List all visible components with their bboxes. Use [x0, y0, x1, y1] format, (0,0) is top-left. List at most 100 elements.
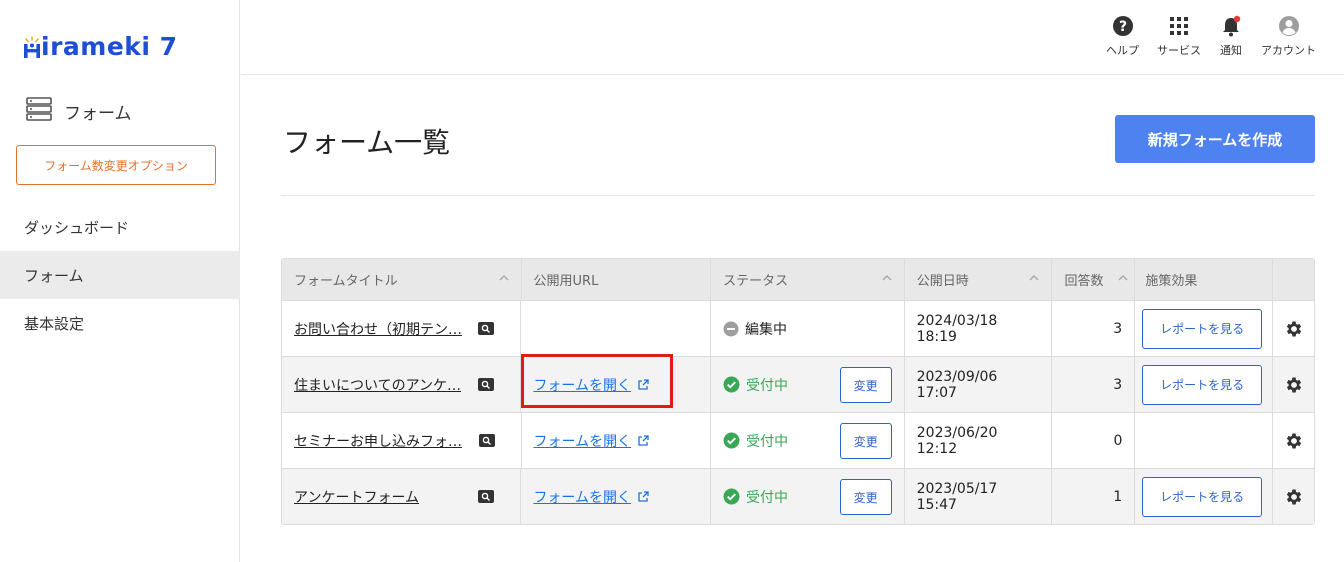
effect-cell: レポートを見る: [1134, 357, 1272, 412]
sidebar-item-settings[interactable]: 基本設定: [0, 299, 240, 347]
external-link-icon[interactable]: [637, 378, 649, 391]
header-title[interactable]: フォームタイトル: [282, 259, 521, 300]
header-url: 公開用URL: [520, 259, 711, 300]
header-effect-label: 施策効果: [1145, 274, 1198, 289]
forms-table: フォームタイトル 公開用URL ステータス 公開日時 回答数 施策効果 お問い合…: [281, 258, 1315, 525]
table-row: アンケートフォーム フォームを開く 受付中 変更 2023/05/17 15:4…: [282, 468, 1314, 524]
form-title-link[interactable]: 住まいについてのアンケ…: [294, 375, 461, 395]
count-value: 3: [1113, 376, 1123, 393]
sort-up-icon[interactable]: [882, 273, 892, 283]
form-title-cell: 住まいについてのアンケ…: [282, 357, 520, 412]
count-value: 3: [1113, 320, 1123, 337]
form-title-cell: アンケートフォーム: [282, 469, 520, 524]
sidebar-section-header: フォーム: [26, 96, 132, 126]
account-label: アカウント: [1261, 44, 1316, 57]
form-title-link[interactable]: アンケートフォーム: [294, 487, 419, 507]
divider: [281, 195, 1315, 196]
view-report-button[interactable]: レポートを見る: [1142, 308, 1263, 349]
header-date[interactable]: 公開日時: [903, 259, 1052, 300]
external-link-icon[interactable]: [637, 490, 649, 503]
sidebar-item-dashboard[interactable]: ダッシュボード: [0, 203, 240, 251]
change-status-button[interactable]: 変更: [839, 367, 892, 403]
effect-cell: レポートを見る: [1134, 469, 1272, 524]
notifications-button[interactable]: 通知: [1219, 14, 1243, 58]
account-button[interactable]: アカウント: [1261, 14, 1316, 58]
status-cell: 受付中 変更: [710, 469, 904, 524]
svg-text:?: ?: [1118, 19, 1126, 35]
logo-text: irameki 7: [41, 31, 178, 61]
page-title: フォーム一覧: [283, 126, 451, 159]
open-form-link[interactable]: フォームを開く: [533, 375, 631, 395]
form-title-cell: お問い合わせ（初期テン…: [282, 301, 520, 356]
status-text: 受付中: [746, 489, 789, 506]
view-report-button[interactable]: レポートを見る: [1142, 476, 1263, 517]
open-form-link[interactable]: フォームを開く: [534, 431, 632, 451]
count-cell: 3: [1051, 301, 1134, 356]
bell-icon: [1219, 14, 1243, 38]
gear-icon[interactable]: [1284, 487, 1304, 507]
status-cell: 受付中 変更: [710, 413, 904, 468]
form-count-option-button[interactable]: フォーム数変更オプション: [16, 145, 216, 185]
check-circle-icon: [723, 488, 740, 505]
server-icon: [26, 96, 52, 126]
settings-cell: [1272, 469, 1314, 524]
url-cell: [520, 301, 710, 356]
header-status-label: ステータス: [723, 274, 789, 289]
date-cell: 2024/03/18 18:19: [903, 301, 1052, 356]
help-label: ヘルプ: [1106, 44, 1139, 57]
table-row: セミナーお申し込みフォ… フォームを開く 受付中 変更 2023/06/20 1…: [282, 412, 1314, 468]
open-form-link[interactable]: フォームを開く: [533, 487, 631, 507]
logo[interactable]: irameki 7: [22, 26, 178, 66]
count-cell: 0: [1051, 413, 1134, 468]
change-status-button[interactable]: 変更: [839, 423, 892, 459]
header-settings: [1272, 259, 1314, 300]
form-title-link[interactable]: お問い合わせ（初期テン…: [294, 319, 462, 339]
sidebar-nav: ダッシュボード フォーム 基本設定: [0, 203, 240, 347]
services-label: サービス: [1157, 44, 1201, 57]
help-icon: ?: [1111, 14, 1135, 38]
table-row: お問い合わせ（初期テン… 編集中 2024/03/18 18:19 3 レポート…: [282, 300, 1314, 356]
sidebar-item-forms[interactable]: フォーム: [0, 251, 240, 299]
account-icon: [1277, 14, 1301, 38]
help-button[interactable]: ? ヘルプ: [1106, 14, 1139, 58]
url-cell: フォームを開く: [520, 413, 711, 468]
sidebar: irameki 7 フォーム フォーム数変更オプション ダッシュボード フォーム…: [0, 0, 240, 562]
sort-up-icon[interactable]: [1029, 273, 1040, 283]
header-status[interactable]: ステータス: [710, 259, 904, 300]
date-cell: 2023/05/17 15:47: [903, 469, 1052, 524]
preview-search-icon[interactable]: [478, 490, 495, 503]
gear-icon[interactable]: [1284, 319, 1304, 339]
settings-cell: [1272, 357, 1314, 412]
header-effect: 施策効果: [1134, 259, 1272, 300]
notifications-label: 通知: [1220, 44, 1242, 57]
status-badge: 受付中: [723, 431, 788, 451]
status-text: 受付中: [746, 377, 789, 394]
preview-search-icon[interactable]: [478, 322, 495, 335]
header-date-label: 公開日時: [916, 274, 969, 289]
status-badge: 受付中: [723, 375, 788, 395]
change-status-button[interactable]: 変更: [839, 479, 892, 515]
topbar: ? ヘルプ サービス 通知 アカウント: [241, 0, 1344, 75]
form-title-link[interactable]: セミナーお申し込みフォ…: [294, 431, 462, 451]
check-circle-icon: [723, 376, 740, 393]
date-cell: 2023/09/06 17:07: [903, 357, 1052, 412]
sort-up-icon[interactable]: [498, 273, 509, 283]
minus-circle-icon: [723, 321, 739, 336]
effect-cell: [1134, 413, 1272, 468]
preview-search-icon[interactable]: [478, 378, 495, 391]
services-button[interactable]: サービス: [1157, 14, 1201, 58]
gear-icon[interactable]: [1284, 375, 1304, 395]
top-actions: ? ヘルプ サービス 通知 アカウント: [1106, 14, 1316, 58]
create-form-button[interactable]: 新規フォームを作成: [1115, 115, 1315, 163]
gear-icon[interactable]: [1284, 431, 1304, 451]
sort-up-icon[interactable]: [1118, 273, 1128, 283]
external-link-icon[interactable]: [637, 434, 649, 447]
view-report-button[interactable]: レポートを見る: [1142, 364, 1263, 405]
effect-cell: レポートを見る: [1134, 301, 1272, 356]
status-cell: 編集中: [710, 301, 904, 356]
header-count[interactable]: 回答数: [1051, 259, 1134, 300]
preview-search-icon[interactable]: [478, 434, 495, 447]
check-circle-icon: [723, 432, 740, 449]
logo-mark-icon: [22, 36, 40, 58]
status-text: 受付中: [746, 433, 789, 450]
